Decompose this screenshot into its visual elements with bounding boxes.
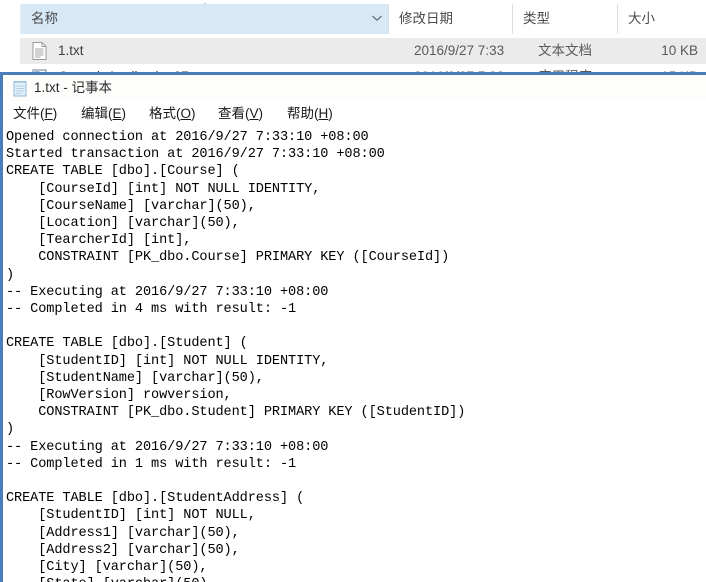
notepad-window: 1.txt - 记事本 文件(F) 编辑(E) 格式(O) 查看(V) 帮助(H…	[0, 72, 706, 582]
menu-item-format[interactable]: 格式(O)	[145, 101, 200, 126]
text-file-icon	[32, 42, 47, 60]
menu-item-format-label: 格式	[149, 106, 176, 121]
menu-item-file-accel: F	[44, 106, 53, 121]
column-header-size-label: 大小	[628, 11, 655, 26]
menu-item-view-label: 查看	[218, 106, 245, 121]
menu-item-help[interactable]: 帮助(H)	[283, 101, 337, 126]
notepad-text-content: Opened connection at 2016/9/27 7:33:10 +…	[6, 130, 466, 582]
column-header-type-label: 类型	[523, 11, 550, 26]
notepad-window-title: 1.txt - 记事本	[34, 80, 113, 95]
file-size: 10 KB	[661, 43, 698, 58]
column-header-name[interactable]: 名称	[20, 4, 388, 34]
menu-item-edit-accel: E	[112, 106, 122, 121]
column-header-size[interactable]: 大小	[617, 4, 706, 34]
column-header-name-label: 名称	[31, 11, 58, 26]
notepad-menu-bar: 文件(F) 编辑(E) 格式(O) 查看(V) 帮助(H)	[3, 101, 706, 126]
column-header-date-modified-label: 修改日期	[399, 11, 453, 26]
notepad-icon	[12, 80, 28, 97]
column-header-date-modified[interactable]: 修改日期	[388, 4, 512, 34]
menu-item-edit-label: 编辑	[81, 106, 108, 121]
menu-item-edit[interactable]: 编辑(E)	[77, 101, 130, 126]
notepad-text-area[interactable]: Opened connection at 2016/9/27 7:33:10 +…	[3, 126, 706, 582]
menu-item-view[interactable]: 查看(V)	[214, 101, 267, 126]
menu-item-file-label: 文件	[13, 106, 40, 121]
menu-item-help-accel: H	[318, 106, 329, 121]
menu-item-format-accel: O	[180, 106, 192, 121]
notepad-title-bar[interactable]: 1.txt - 记事本	[3, 75, 706, 101]
column-header-type[interactable]: 类型	[512, 4, 617, 34]
menu-item-view-accel: V	[249, 106, 259, 121]
file-date-modified: 2016/9/27 7:33	[414, 43, 505, 58]
explorer-column-header-bar: 名称 修改日期 类型 大小	[0, 0, 706, 36]
file-type: 文本文档	[538, 43, 592, 58]
file-name: 1.txt	[58, 43, 84, 58]
chevron-down-icon[interactable]	[371, 13, 383, 23]
table-row[interactable]: 1.txt 2016/9/27 7:33 文本文档 10 KB	[20, 38, 706, 64]
menu-item-file[interactable]: 文件(F)	[9, 101, 61, 126]
menu-item-help-label: 帮助	[287, 106, 314, 121]
